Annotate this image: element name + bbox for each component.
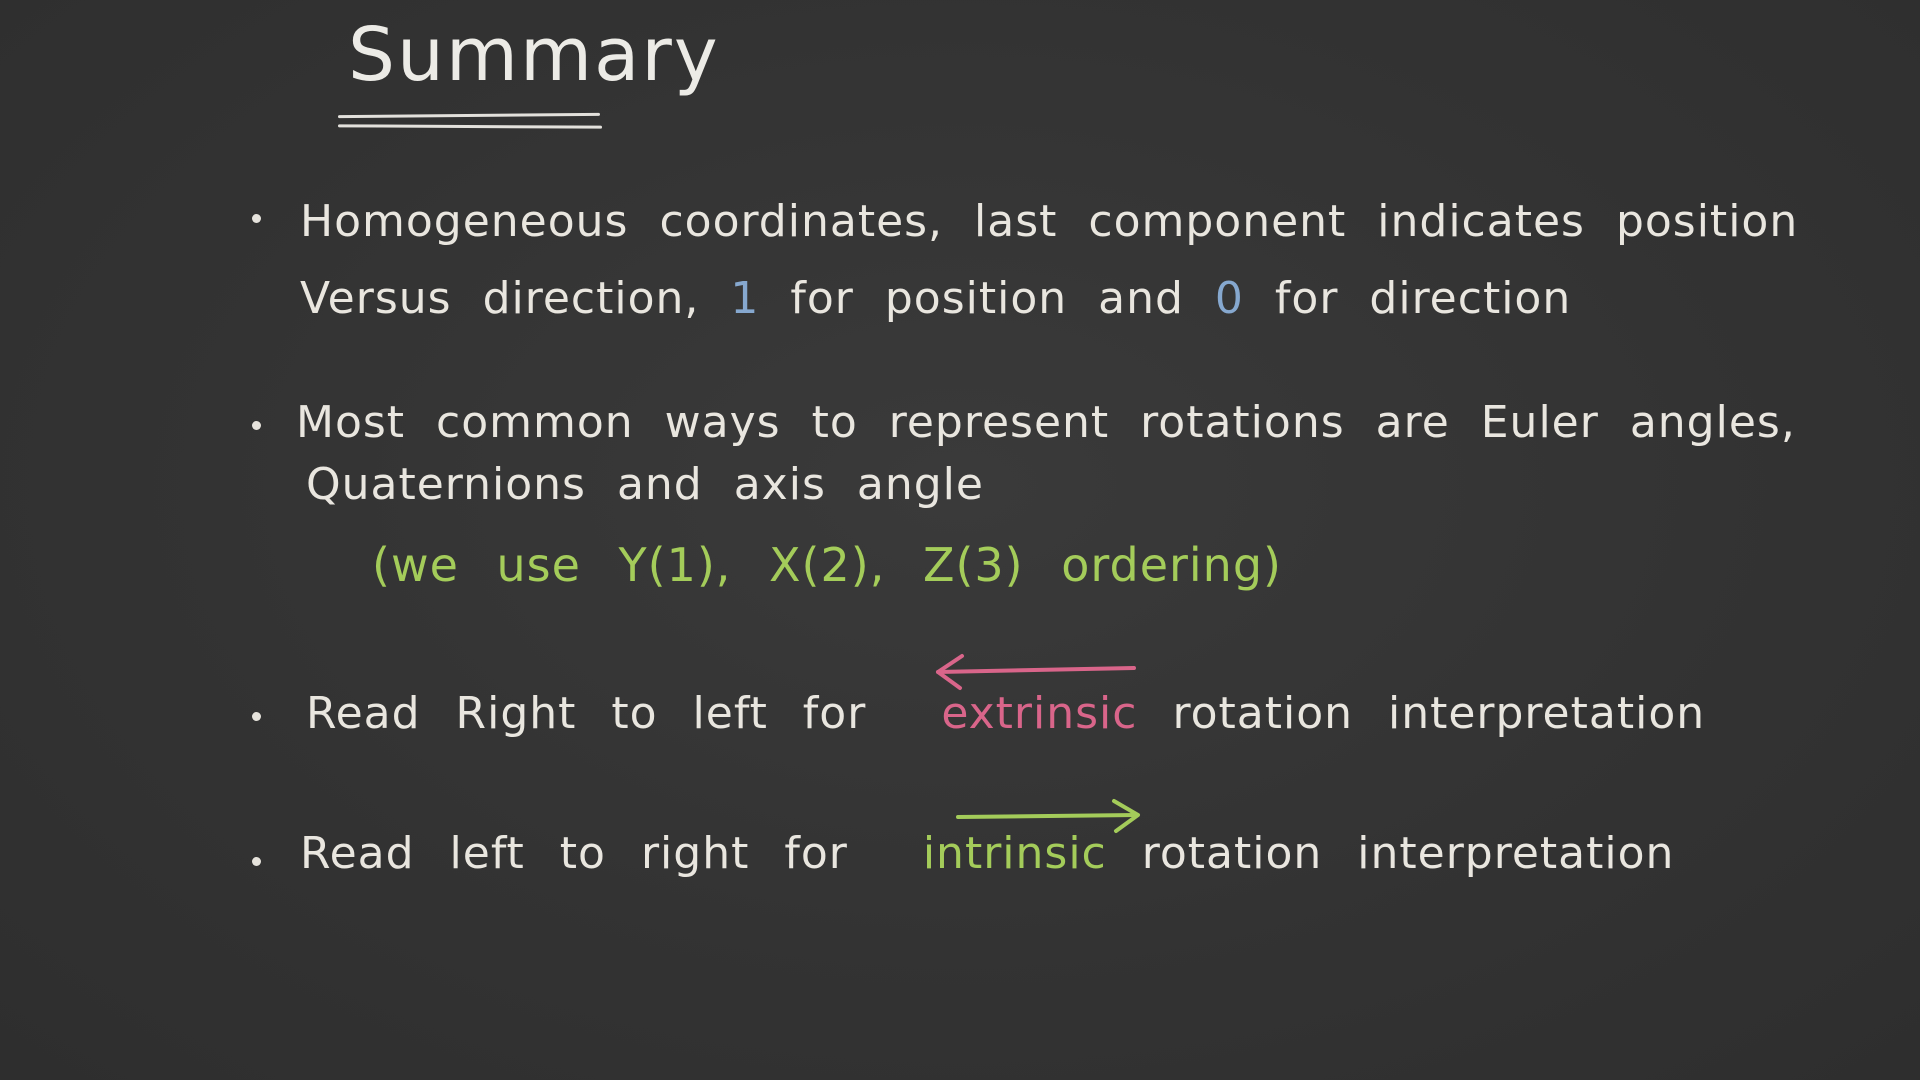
title-underline-top xyxy=(337,112,601,119)
bullet-1-line-2: Versus direction, 1 for position and 0 f… xyxy=(300,277,1571,321)
bullet-dot-3 xyxy=(252,712,261,721)
bullet-dot-2 xyxy=(252,421,261,430)
bullet-4-suffix: rotation interpretation xyxy=(1141,828,1675,879)
bullet-1-text-a: Versus direction, xyxy=(300,273,700,324)
direction-value-zero: 0 xyxy=(1214,273,1244,324)
bullet-1-line-1: Homogeneous coordinates, last component … xyxy=(300,196,1799,247)
right-arrow-icon xyxy=(956,799,1140,833)
title-underline-bottom xyxy=(337,124,603,129)
bullet-1-text-c: for direction xyxy=(1274,273,1572,324)
chalkboard: Summary Homogeneous coordinates, last co… xyxy=(0,0,1920,1080)
bullet-3-suffix: rotation interpretation xyxy=(1172,688,1706,739)
bullet-2-line-2: Quaternions and axis angle xyxy=(306,459,984,510)
bullet-3-prefix: Read Right to left for xyxy=(306,688,867,739)
bullet-4-prefix: Read left to right for xyxy=(300,828,848,879)
bullet-dot-4 xyxy=(252,857,261,866)
summary-title: Summary xyxy=(348,12,720,98)
position-value-one: 1 xyxy=(730,273,760,324)
ordering-note: (we use Y(1), X(2), Z(3) ordering) xyxy=(372,538,1282,592)
bullet-dot-1 xyxy=(252,214,261,223)
left-arrow-icon xyxy=(936,654,1136,690)
bullet-2-line-1: Most common ways to represent rotations … xyxy=(296,397,1796,448)
bullet-1-text-b: for position and xyxy=(790,273,1184,324)
